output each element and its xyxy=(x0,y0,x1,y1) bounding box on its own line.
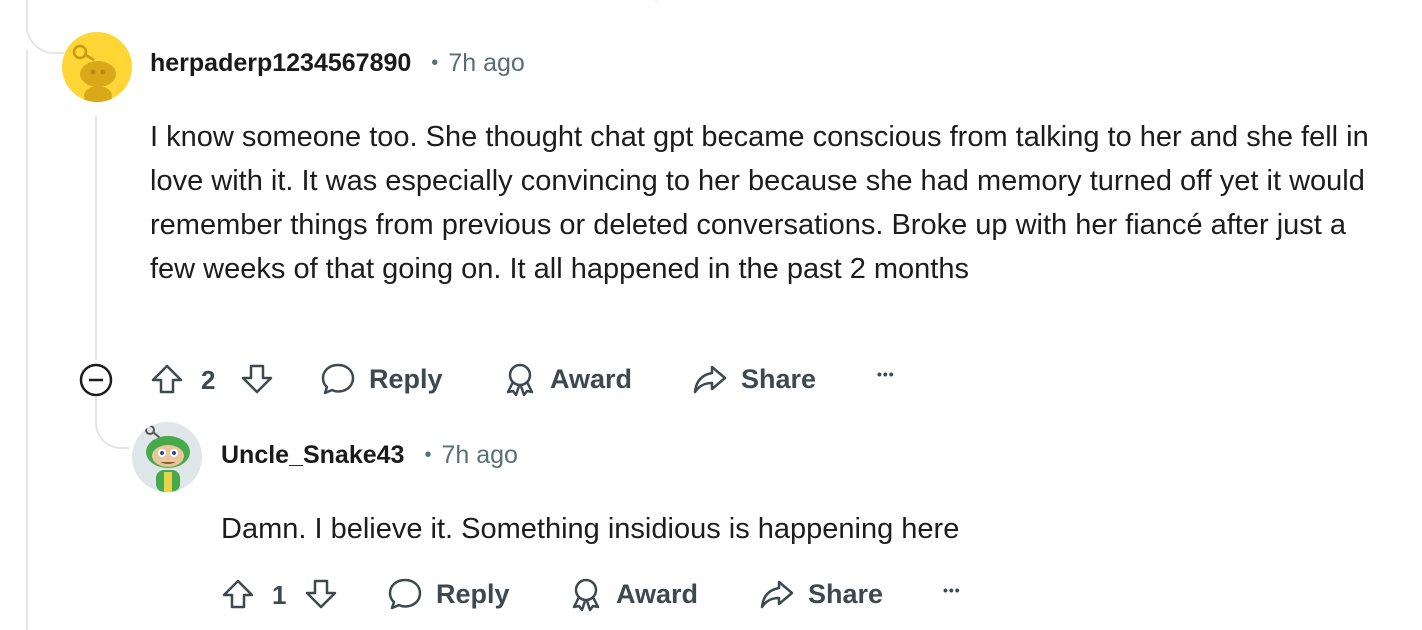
reply-button[interactable]: Reply xyxy=(387,575,510,613)
comment-icon xyxy=(388,578,422,610)
share-label: Share xyxy=(808,578,884,609)
more-icon: ••• xyxy=(877,366,895,382)
downvote-icon xyxy=(305,579,337,609)
collapse-icon xyxy=(79,363,113,397)
reply-label: Reply xyxy=(369,363,443,394)
vote-count: 2 xyxy=(201,365,216,395)
upvote-icon xyxy=(222,579,254,609)
comment-thread-line xyxy=(95,115,97,360)
award-label: Award xyxy=(550,363,633,394)
upvote-icon xyxy=(151,364,183,394)
upvote-button[interactable] xyxy=(221,577,255,611)
more-options-button[interactable]: ••• xyxy=(943,582,961,598)
vote-count: 1 xyxy=(272,580,287,610)
timestamp[interactable]: 7h ago xyxy=(448,49,524,78)
more-icon: ••• xyxy=(943,582,961,598)
username[interactable]: herpaderp1234567890 xyxy=(150,49,411,78)
share-icon xyxy=(693,365,727,394)
reply-button[interactable]: Reply xyxy=(320,360,443,398)
cropped-action-bar xyxy=(290,0,870,4)
comment-icon xyxy=(321,363,355,395)
collapse-button[interactable] xyxy=(79,363,113,397)
share-icon xyxy=(760,580,794,609)
award-label: Award xyxy=(616,578,699,609)
downvote-button[interactable] xyxy=(240,362,274,396)
username[interactable]: Uncle_Snake43 xyxy=(221,441,404,470)
share-button[interactable]: Share xyxy=(759,575,883,613)
reply-label: Reply xyxy=(436,578,510,609)
meta-separator: • xyxy=(431,52,439,74)
award-button[interactable]: Award xyxy=(502,360,632,398)
award-icon xyxy=(572,578,600,612)
downvote-icon xyxy=(241,364,273,394)
avatar[interactable] xyxy=(132,422,202,492)
upvote-button[interactable] xyxy=(150,362,184,396)
avatar-icon xyxy=(72,44,116,102)
avatar-icon xyxy=(145,425,190,492)
reply-thread-curve xyxy=(95,397,129,449)
award-button[interactable]: Award xyxy=(568,575,698,613)
meta-separator: • xyxy=(424,444,432,466)
avatar[interactable] xyxy=(62,32,132,102)
share-button[interactable]: Share xyxy=(692,360,816,398)
timestamp[interactable]: 7h ago xyxy=(441,441,517,470)
award-icon xyxy=(506,363,534,397)
parent-thread-line xyxy=(26,50,28,630)
comment-header: herpaderp1234567890 • 7h ago xyxy=(150,49,525,78)
share-label: Share xyxy=(741,363,817,394)
comment-body: I know someone too. She thought chat gpt… xyxy=(150,121,1369,285)
downvote-button[interactable] xyxy=(304,577,338,611)
comment-header: Uncle_Snake43 • 7h ago xyxy=(221,441,518,470)
more-options-button[interactable]: ••• xyxy=(877,366,895,382)
parent-thread-curve xyxy=(26,0,64,54)
comment-body: Damn. I believe it. Something insidious … xyxy=(221,513,960,545)
